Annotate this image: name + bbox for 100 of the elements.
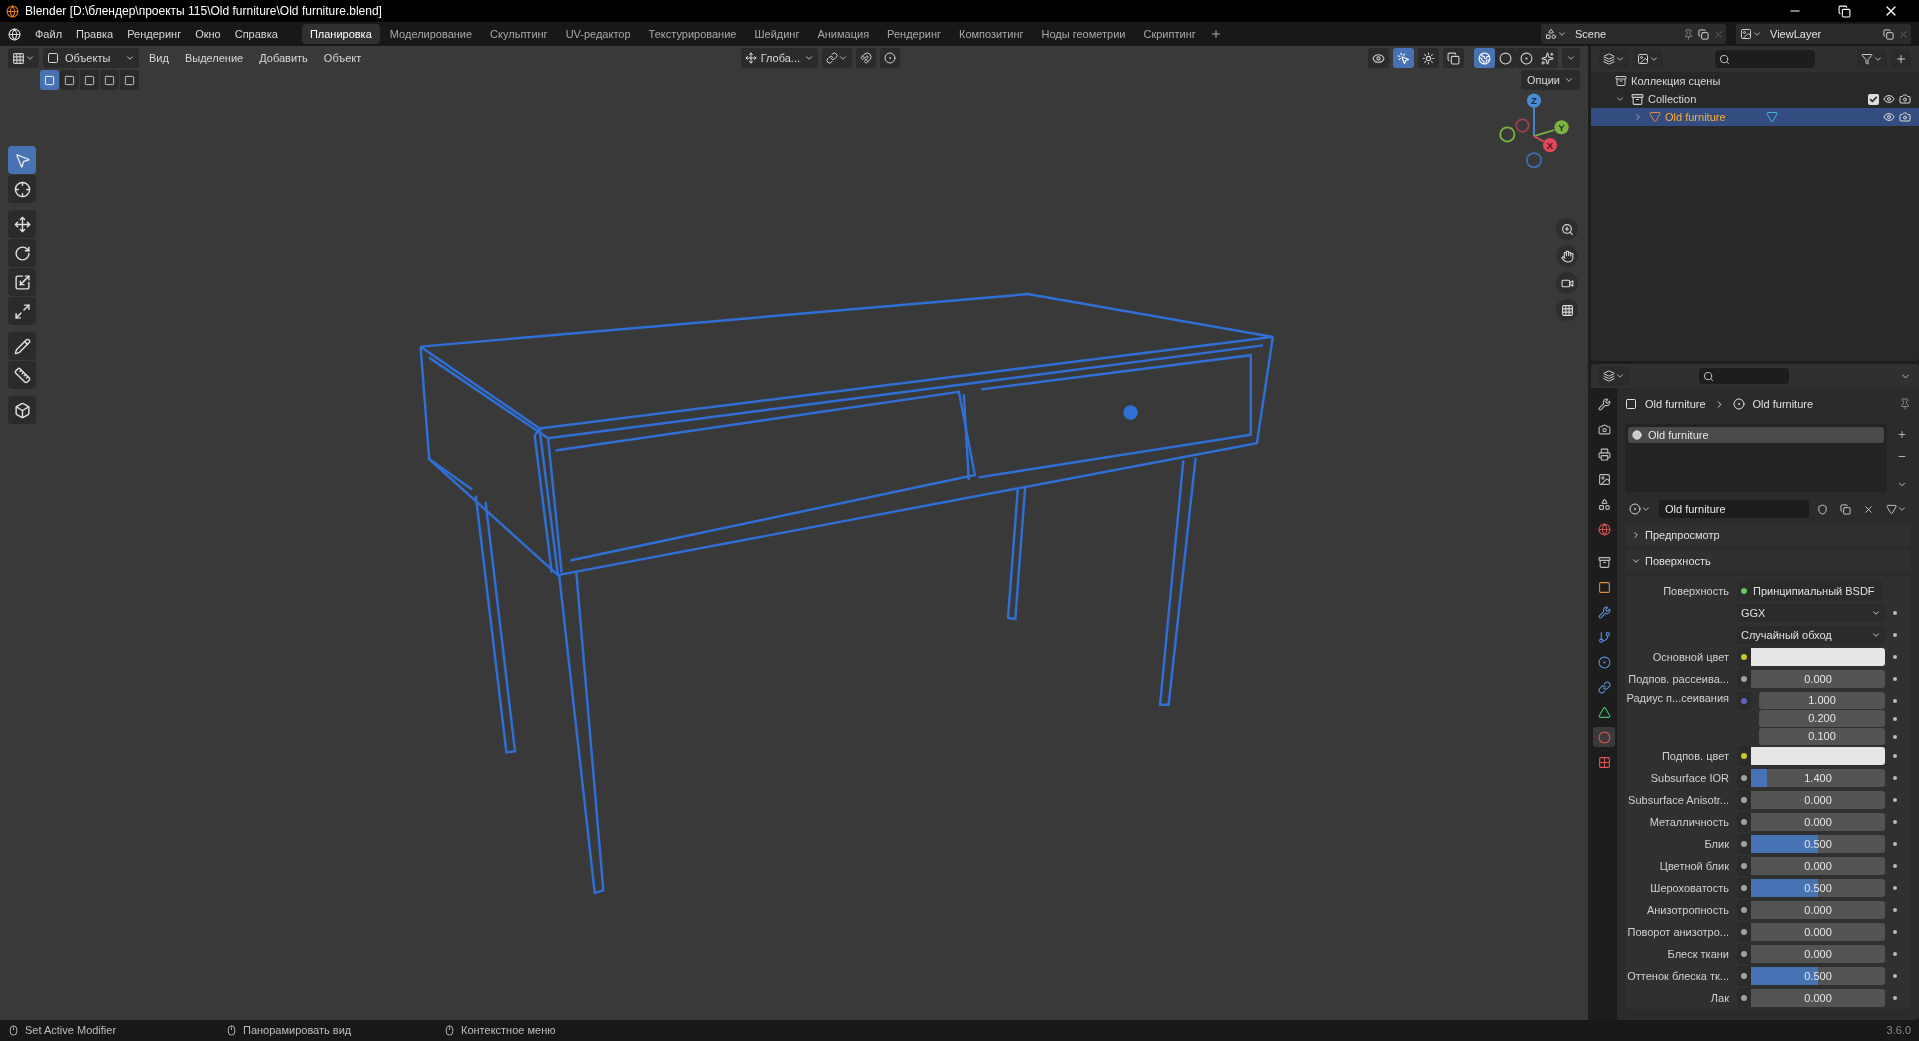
- collapsed-caret-icon[interactable]: [1633, 112, 1643, 122]
- navigation-button[interactable]: [1556, 272, 1578, 294]
- tool-button[interactable]: [8, 239, 36, 267]
- workspace-tab[interactable]: Моделирование: [381, 24, 481, 44]
- tool-button[interactable]: [8, 297, 36, 325]
- menu-item[interactable]: Выделение: [178, 49, 250, 67]
- shader-selector[interactable]: Принципиальный BSDF: [1737, 581, 1883, 601]
- copy-icon[interactable]: [1883, 28, 1894, 40]
- camera-icon[interactable]: [1899, 111, 1911, 123]
- tool-button[interactable]: [8, 268, 36, 296]
- panel-header[interactable]: Предпросмотр: [1625, 524, 1911, 546]
- number-slider[interactable]: 0.000: [1751, 813, 1885, 831]
- overlay-toggle[interactable]: [1368, 48, 1389, 68]
- number-slider[interactable]: 1.400: [1751, 769, 1885, 787]
- axis-handle[interactable]: Y: [1554, 120, 1569, 135]
- shading-button[interactable]: [1537, 48, 1558, 68]
- vector-field[interactable]: 0.200: [1759, 710, 1885, 727]
- number-slider[interactable]: 0.000: [1751, 670, 1885, 688]
- number-slider[interactable]: 0.500: [1751, 879, 1885, 897]
- workspace-tab[interactable]: Ноды геометрии: [1033, 24, 1134, 44]
- options-dropdown[interactable]: Опции: [1520, 70, 1580, 90]
- orientation-dropdown[interactable]: Глоба...: [740, 48, 818, 68]
- vector-field[interactable]: 1.000: [1759, 692, 1885, 709]
- pivot-button[interactable]: [822, 48, 852, 68]
- tool-button[interactable]: [8, 361, 36, 389]
- dropdown[interactable]: GGX: [1737, 604, 1885, 622]
- pin-icon[interactable]: [1899, 398, 1911, 410]
- axis-handle[interactable]: [1526, 152, 1542, 169]
- menu-item[interactable]: Справка: [228, 25, 284, 43]
- shading-button[interactable]: [1495, 48, 1516, 68]
- axis-handle[interactable]: [1515, 118, 1530, 133]
- overlay-toggle[interactable]: [1418, 48, 1439, 68]
- dropdown[interactable]: Случайный обход: [1737, 626, 1885, 644]
- select-mode-button[interactable]: [80, 70, 99, 90]
- menu-item[interactable]: Файл: [29, 25, 69, 43]
- select-mode-button[interactable]: [120, 70, 139, 90]
- color-swatch[interactable]: [1751, 648, 1885, 666]
- material-slot[interactable]: Old furniture: [1628, 427, 1884, 443]
- overlay-toggle[interactable]: [1443, 48, 1464, 68]
- eye-icon[interactable]: [1883, 111, 1895, 123]
- select-mode-button[interactable]: [100, 70, 119, 90]
- number-slider[interactable]: 0.000: [1751, 901, 1885, 919]
- navigation-button[interactable]: [1556, 218, 1578, 240]
- axis-handle[interactable]: X: [1542, 138, 1558, 153]
- camera-icon[interactable]: [1899, 93, 1911, 105]
- new-collection-button[interactable]: [1891, 49, 1911, 69]
- workspace-tab[interactable]: Рендеринг: [879, 24, 950, 44]
- outliner-row[interactable]: Collection: [1591, 90, 1919, 108]
- workspace-tab[interactable]: UV-редактор: [557, 24, 639, 44]
- tool-button[interactable]: [8, 210, 36, 238]
- axis-handle[interactable]: Z: [1526, 93, 1542, 108]
- workspace-tab[interactable]: Скульптинг: [482, 24, 556, 44]
- pin-icon[interactable]: [1683, 28, 1694, 40]
- workspace-tab[interactable]: Скриптинг: [1135, 24, 1204, 44]
- workspace-tab[interactable]: Планировка: [301, 24, 380, 44]
- number-slider[interactable]: 0.000: [1751, 857, 1885, 875]
- menu-item[interactable]: Правка: [70, 25, 120, 43]
- axis-handle[interactable]: [1499, 126, 1516, 143]
- viewport[interactable]: Объекты Вид Выделение Добавить Объект Глоба... Опции Z Y X: [0, 46, 1588, 1020]
- outliner-row[interactable]: Old furniture: [1591, 108, 1919, 126]
- number-slider[interactable]: 0.000: [1751, 945, 1885, 963]
- restore-icon[interactable]: [1838, 4, 1851, 18]
- workspace-tab[interactable]: Анимация: [809, 24, 878, 44]
- workspace-tab[interactable]: Композитинг: [951, 24, 1032, 44]
- expanded-caret-icon[interactable]: [1615, 94, 1625, 104]
- number-slider[interactable]: 0.000: [1751, 989, 1885, 1007]
- panel-header[interactable]: Поверхность: [1625, 550, 1911, 572]
- number-slider[interactable]: 0.000: [1751, 791, 1885, 809]
- editor-type-button[interactable]: [8, 48, 39, 68]
- navigation-button[interactable]: [1556, 299, 1578, 321]
- mode-dropdown[interactable]: Объекты: [43, 48, 139, 68]
- workspace-tab[interactable]: Шейдинг: [746, 24, 808, 44]
- search-field[interactable]: [1699, 368, 1789, 384]
- editor-type-button[interactable]: [1599, 49, 1629, 69]
- number-slider[interactable]: 0.000: [1751, 923, 1885, 941]
- tool-button[interactable]: [8, 332, 36, 360]
- exclude-checkbox[interactable]: [1868, 93, 1879, 105]
- menu-item[interactable]: Рендеринг: [121, 25, 188, 43]
- display-mode-button[interactable]: [1633, 49, 1663, 69]
- menu-item[interactable]: Добавить: [253, 49, 314, 67]
- proportional-button[interactable]: [880, 48, 900, 68]
- number-slider[interactable]: 0.500: [1751, 835, 1885, 853]
- editor-type-button[interactable]: [1599, 366, 1629, 386]
- search-field[interactable]: [1715, 50, 1815, 68]
- navigation-button[interactable]: [1556, 245, 1578, 267]
- workspace-tab[interactable]: Текстурирование: [640, 24, 745, 44]
- eye-icon[interactable]: [1883, 93, 1895, 105]
- overlay-toggle[interactable]: [1393, 48, 1414, 68]
- vector-field[interactable]: 0.100: [1759, 728, 1885, 745]
- tool-button[interactable]: [8, 396, 36, 424]
- add-workspace-icon[interactable]: [1209, 28, 1222, 40]
- select-mode-button[interactable]: [60, 70, 79, 90]
- color-swatch[interactable]: [1751, 747, 1885, 765]
- menu-item[interactable]: Окно: [189, 25, 227, 43]
- material-name-field[interactable]: Old furniture: [1659, 500, 1809, 518]
- menu-item[interactable]: Вид: [143, 49, 175, 67]
- number-slider[interactable]: 0.500: [1751, 967, 1885, 985]
- copy-icon[interactable]: [1698, 28, 1709, 40]
- tool-button[interactable]: [8, 175, 36, 203]
- filter-button[interactable]: [1857, 49, 1887, 69]
